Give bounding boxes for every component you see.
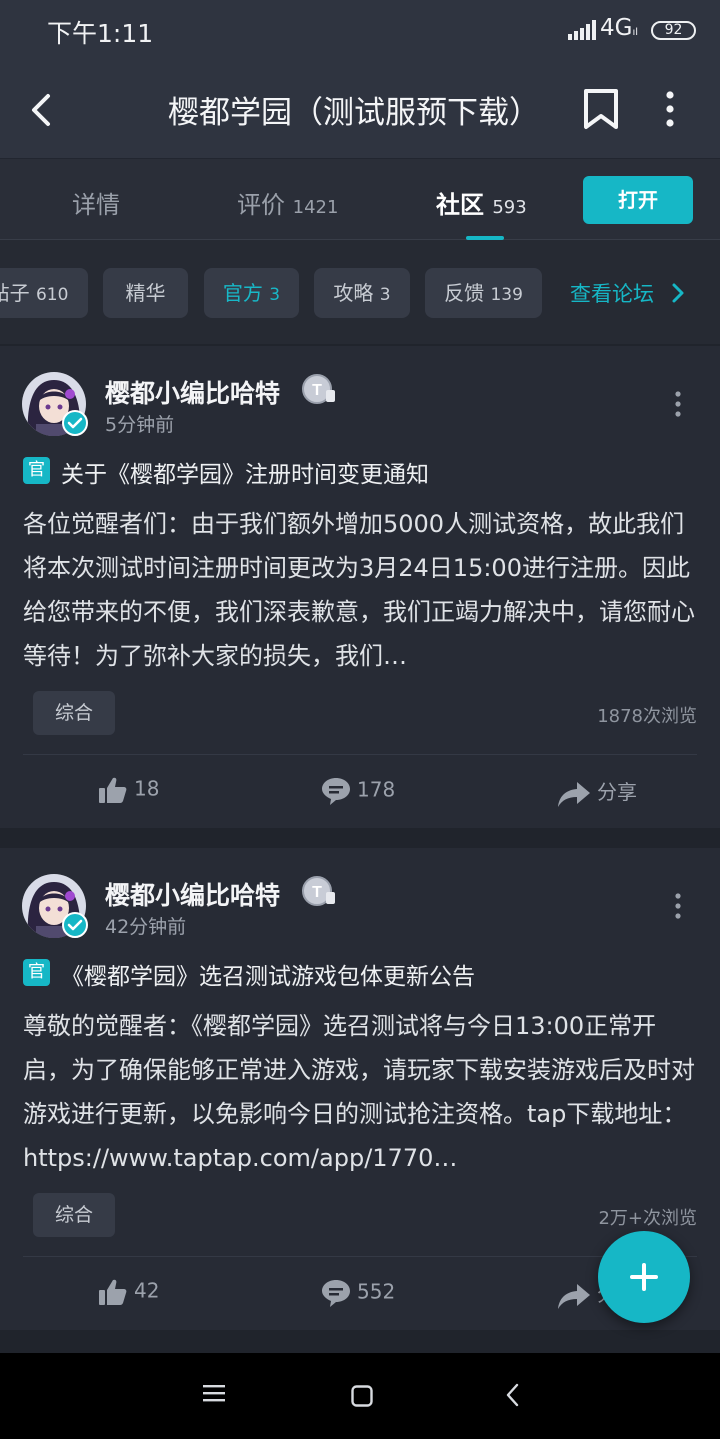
view-count: 1878次浏览 xyxy=(597,706,697,727)
tab-details[interactable]: 详情 xyxy=(72,185,120,220)
share-icon xyxy=(558,1283,590,1309)
svg-text:T: T xyxy=(312,884,322,901)
like-button[interactable]: 18 xyxy=(98,776,159,804)
tab-community[interactable]: 社区 593 xyxy=(436,185,527,220)
comment-icon xyxy=(322,778,350,805)
view-forum-link[interactable]: 查看论坛 xyxy=(570,278,654,308)
level-icon: T xyxy=(302,374,335,404)
back-icon[interactable] xyxy=(24,90,60,130)
new-post-button[interactable] xyxy=(598,1231,690,1323)
share-button[interactable]: 分享 xyxy=(557,776,637,808)
status-time: 下午1:11 xyxy=(47,19,154,48)
post-time: 5分钟前 xyxy=(105,414,175,436)
divider xyxy=(0,828,720,848)
divider xyxy=(23,1256,697,1257)
filter-chip-featured[interactable]: 精华 xyxy=(103,268,188,318)
comment-button[interactable]: 552 xyxy=(321,1278,395,1308)
home-icon[interactable] xyxy=(351,1385,373,1407)
post-card[interactable]: 樱都小编比哈特 T 5分钟前 官 关于《樱都学园》注册时间变更通知 各位觉醒者们… xyxy=(0,346,720,828)
divider xyxy=(0,1330,720,1353)
filter-bar: 帖子 610 精华 官方 3 攻略 3 反馈 139 查看论坛 xyxy=(0,240,720,344)
more-icon[interactable] xyxy=(656,89,684,129)
share-icon xyxy=(558,781,590,807)
category-tag[interactable]: 综合 xyxy=(33,1193,115,1237)
level-icon: T xyxy=(302,876,335,906)
avatar[interactable] xyxy=(22,372,88,436)
post-body[interactable]: 尊敬的觉醒者：《樱都学园》选召测试将与今日13:00正常开启，为了确保能够正常进… xyxy=(23,1004,697,1180)
filter-chip-official[interactable]: 官方 3 xyxy=(204,268,299,318)
plus-icon xyxy=(630,1263,658,1291)
category-tag[interactable]: 综合 xyxy=(33,691,115,735)
signal-icon xyxy=(568,20,596,40)
post-title[interactable]: 关于《樱都学园》注册时间变更通知 xyxy=(61,455,429,489)
divider xyxy=(23,754,697,755)
bookmark-icon[interactable] xyxy=(581,87,621,131)
verified-icon xyxy=(62,912,88,938)
filter-chip-posts[interactable]: 帖子 610 xyxy=(0,268,88,318)
open-button[interactable]: 打开 xyxy=(583,176,693,224)
network-indicator: 4Gıl xyxy=(600,15,639,41)
chevron-right-icon[interactable] xyxy=(670,282,686,304)
post-more-icon[interactable] xyxy=(672,891,684,921)
comment-icon xyxy=(322,1280,350,1307)
nav-back-icon[interactable] xyxy=(505,1383,521,1407)
post-title[interactable]: 《樱都学园》选召测试游戏包体更新公告 xyxy=(61,957,475,991)
post-more-icon[interactable] xyxy=(672,389,684,419)
like-icon xyxy=(99,1279,127,1305)
comment-button[interactable]: 178 xyxy=(321,776,395,806)
tab-bar: 详情 评价 1421 社区 593 打开 xyxy=(0,158,720,240)
app-bar: 樱都学园（测试服预下载） xyxy=(0,62,720,158)
svg-text:T: T xyxy=(312,382,322,399)
system-nav-bar xyxy=(0,1353,720,1439)
avatar[interactable] xyxy=(22,874,88,938)
view-count: 2万+次浏览 xyxy=(598,1208,697,1229)
filter-chip-guides[interactable]: 攻略 3 xyxy=(314,268,410,318)
page-title: 樱都学园（测试服预下载） xyxy=(168,95,540,131)
verified-icon xyxy=(62,410,88,436)
official-tag: 官 xyxy=(23,959,50,986)
author-name[interactable]: 樱都小编比哈特 xyxy=(105,876,280,912)
post-body[interactable]: 各位觉醒者们：由于我们额外增加5000人测试资格，故此我们将本次测试时间注册时间… xyxy=(23,502,697,678)
like-button[interactable]: 42 xyxy=(98,1278,159,1306)
battery-indicator: 92 xyxy=(651,21,696,40)
post-time: 42分钟前 xyxy=(105,916,187,938)
official-tag: 官 xyxy=(23,457,50,484)
author-name[interactable]: 樱都小编比哈特 xyxy=(105,374,280,410)
status-bar: 下午1:11 4Gıl 92 xyxy=(0,0,720,62)
tab-reviews[interactable]: 评价 1421 xyxy=(237,185,338,220)
menu-icon[interactable] xyxy=(203,1383,225,1403)
filter-chip-feedback[interactable]: 反馈 139 xyxy=(425,268,542,318)
like-icon xyxy=(99,777,127,803)
